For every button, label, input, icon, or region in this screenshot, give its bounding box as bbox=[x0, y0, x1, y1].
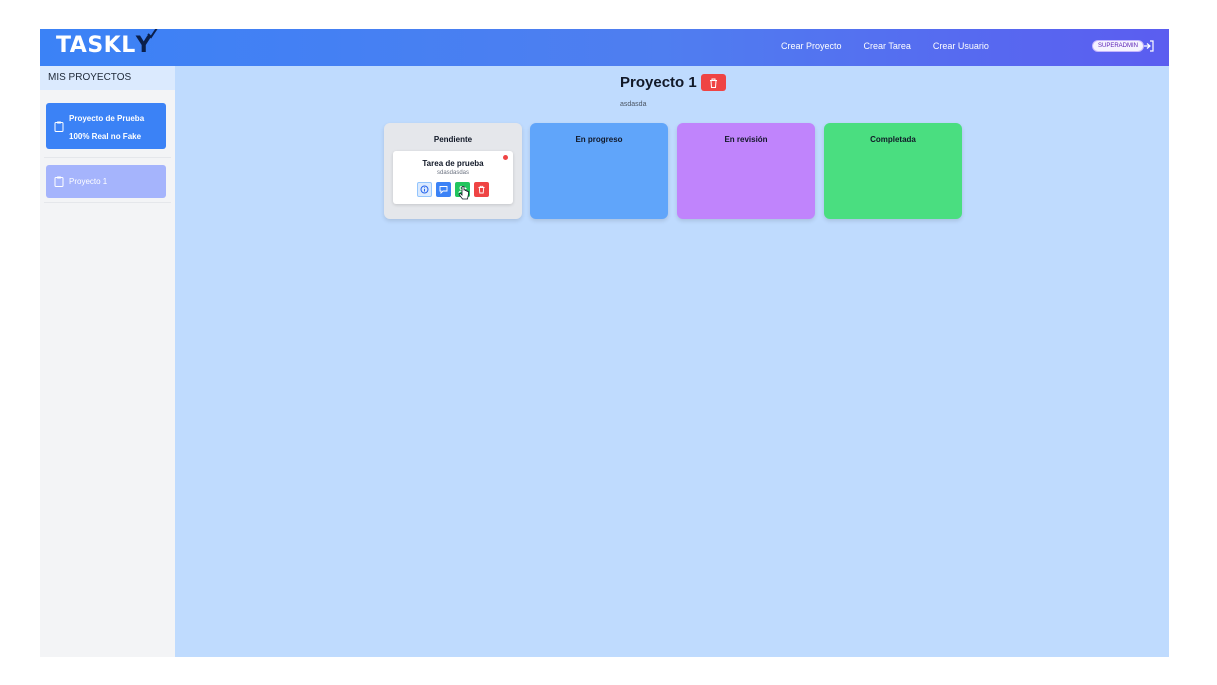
comment-icon bbox=[439, 186, 448, 194]
project-description: asdasda bbox=[620, 101, 647, 108]
info-icon bbox=[420, 185, 429, 194]
nav-crear-usuario[interactable]: Crear Usuario bbox=[933, 41, 989, 51]
column-title: Pendiente bbox=[433, 135, 473, 144]
nav-crear-tarea[interactable]: Crear Tarea bbox=[864, 41, 911, 51]
sidebar: MIS PROYECTOS Proyecto de Prueba 100% Re… bbox=[40, 66, 175, 657]
divider bbox=[44, 202, 171, 203]
top-navbar: TASKL Y Crear Proyecto Crear Tarea Crear… bbox=[40, 29, 1169, 66]
task-info-button[interactable] bbox=[417, 182, 432, 197]
column-completada: Completada bbox=[824, 123, 962, 219]
sidebar-title: MIS PROYECTOS bbox=[40, 66, 175, 90]
column-en-progreso: En progreso bbox=[530, 123, 668, 219]
assign-user-icon bbox=[458, 186, 467, 194]
logo-check-icon bbox=[147, 29, 158, 39]
task-title: Tarea de prueba bbox=[422, 159, 484, 168]
column-en-revision: En revisión bbox=[677, 123, 815, 219]
trash-icon bbox=[478, 185, 485, 194]
task-assign-button[interactable] bbox=[455, 182, 470, 197]
app-window: TASKL Y Crear Proyecto Crear Tarea Crear… bbox=[40, 29, 1169, 657]
column-pendiente: Pendiente Tarea de prueba sdasdasdas bbox=[384, 123, 522, 219]
role-badge: SUPERADMIN bbox=[1092, 40, 1145, 52]
logo-text-last: Y bbox=[136, 29, 158, 58]
task-delete-button[interactable] bbox=[474, 182, 489, 197]
column-title: En revisión bbox=[724, 135, 768, 144]
trash-icon bbox=[710, 78, 717, 88]
main-nav: Crear Proyecto Crear Tarea Crear Usuario bbox=[781, 41, 989, 51]
column-title: En progreso bbox=[575, 135, 623, 144]
task-description: sdasdasdas bbox=[436, 170, 470, 176]
logo-text: TASKL bbox=[56, 33, 136, 58]
column-title: Completada bbox=[870, 135, 916, 144]
logout-icon[interactable] bbox=[1142, 39, 1156, 53]
clipboard-icon bbox=[54, 121, 64, 132]
sidebar-project-label: Proyecto de Prueba 100% Real no Fake bbox=[69, 114, 145, 141]
nav-crear-proyecto[interactable]: Crear Proyecto bbox=[781, 41, 842, 51]
sidebar-project-proyecto-de-prueba[interactable]: Proyecto de Prueba 100% Real no Fake bbox=[46, 103, 166, 149]
delete-project-button[interactable] bbox=[701, 74, 726, 91]
clipboard-icon bbox=[54, 176, 64, 187]
task-comment-button[interactable] bbox=[436, 182, 451, 197]
sidebar-project-proyecto-1[interactable]: Proyecto 1 bbox=[46, 165, 166, 198]
task-card[interactable]: Tarea de prueba sdasdasdas bbox=[393, 151, 513, 204]
sidebar-project-label: Proyecto 1 bbox=[69, 176, 108, 186]
task-actions bbox=[417, 182, 489, 197]
app-logo[interactable]: TASKL Y bbox=[56, 29, 158, 58]
project-title: Proyecto 1 bbox=[620, 74, 697, 91]
divider bbox=[44, 157, 171, 158]
